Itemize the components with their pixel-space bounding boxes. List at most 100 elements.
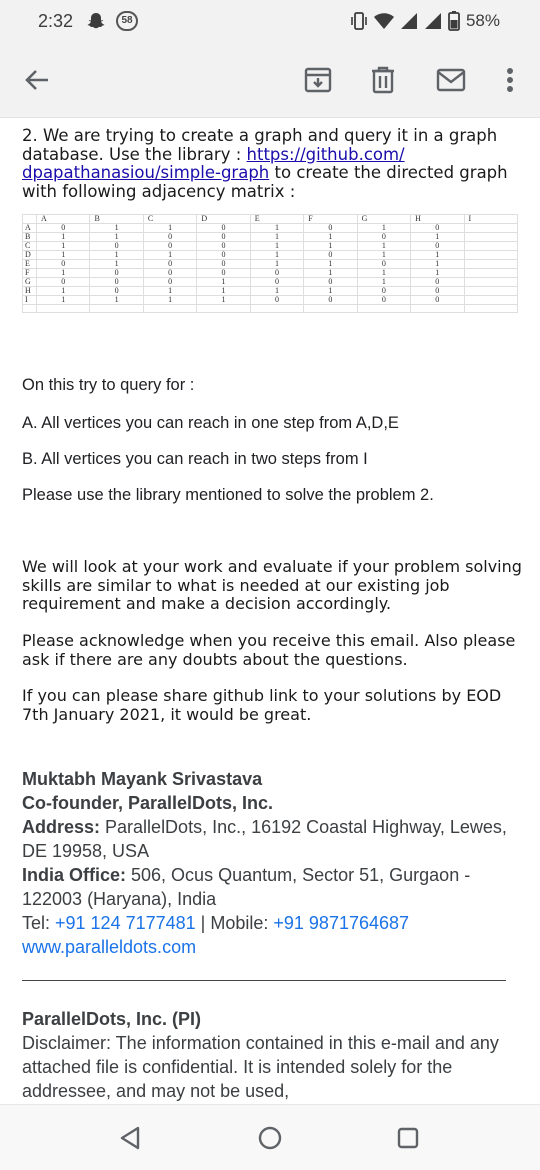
matrix-column-header: A xyxy=(35,214,91,224)
matrix-blank-cell xyxy=(410,303,465,314)
matrix-cell: 1 xyxy=(89,259,144,269)
matrix-cell: 1 xyxy=(410,259,465,269)
matrix-row: G00010010 xyxy=(22,277,518,287)
mobile-link[interactable]: +91 9871764687 xyxy=(273,913,409,933)
evaluate-text: We will look at your work and evaluate i… xyxy=(22,557,522,613)
matrix-blank-cell xyxy=(463,303,518,314)
matrix-cell: 1 xyxy=(35,295,91,305)
nav-recents-icon[interactable] xyxy=(395,1125,421,1151)
vibrate-icon xyxy=(351,12,367,30)
disclaimer-block: ParallelDots, Inc. (PI) Disclaimer: The … xyxy=(22,1007,522,1103)
mail-icon xyxy=(436,68,466,92)
back-button[interactable] xyxy=(19,62,55,98)
nav-home-icon[interactable] xyxy=(257,1125,283,1151)
matrix-blank-cell xyxy=(196,303,251,314)
matrix-corner-cell xyxy=(22,214,37,224)
matrix-cell: 0 xyxy=(142,241,198,251)
matrix-cell: 1 xyxy=(89,295,144,305)
matrix-cell: 0 xyxy=(142,277,198,287)
matrix-blank-row xyxy=(22,303,518,314)
matrix-row-header: C xyxy=(22,241,37,251)
matrix-cell: 1 xyxy=(196,277,251,287)
matrix-cell: 1 xyxy=(196,286,251,296)
matrix-cell: 1 xyxy=(35,268,91,278)
question-paragraph: 2. We are trying to create a graph and q… xyxy=(22,126,522,201)
nav-back-icon[interactable] xyxy=(118,1125,144,1151)
tel-link[interactable]: +91 124 7177481 xyxy=(55,913,196,933)
mark-unread-button[interactable] xyxy=(433,62,469,98)
signature-divider xyxy=(22,980,506,981)
matrix-cell-empty xyxy=(463,286,518,296)
share-link-text: If you can please share github link to y… xyxy=(22,686,502,724)
matrix-row: I11110000 xyxy=(22,295,518,305)
more-options-button[interactable] xyxy=(492,62,528,98)
matrix-cell: 0 xyxy=(196,232,251,242)
matrix-cell: 1 xyxy=(356,241,412,251)
matrix-row-header: A xyxy=(22,223,37,233)
matrix-row-header: H xyxy=(22,286,37,296)
task-b-text: B. All vertices you can reach in two ste… xyxy=(22,450,368,468)
matrix-cell: 0 xyxy=(410,295,465,305)
matrix-cell: 1 xyxy=(35,232,91,242)
matrix-cell: 0 xyxy=(35,277,91,287)
signature-india-office: India Office: 506, Ocus Quantum, Sector … xyxy=(22,865,471,909)
matrix-cell: 0 xyxy=(410,286,465,296)
matrix-cell: 0 xyxy=(356,295,412,305)
matrix-blank-cell xyxy=(142,303,198,314)
status-time: 2:32 xyxy=(38,11,74,31)
matrix-row: E01001101 xyxy=(22,259,518,269)
matrix-cell: 0 xyxy=(89,286,144,296)
matrix-cell: 0 xyxy=(196,223,251,233)
matrix-column-header: C xyxy=(142,214,198,224)
matrix-cell: 0 xyxy=(196,268,251,278)
matrix-cell: 1 xyxy=(249,286,305,296)
matrix-cell: 1 xyxy=(249,232,305,242)
delete-button[interactable] xyxy=(365,62,401,98)
matrix-cell: 0 xyxy=(303,250,358,260)
matrix-cell: 1 xyxy=(35,250,91,260)
matrix-blank-cell xyxy=(35,303,91,314)
matrix-row-header: G xyxy=(22,277,37,287)
signature-name: Muktabh Mayank Srivastava xyxy=(22,769,263,789)
matrix-cell: 0 xyxy=(196,241,251,251)
signature-title: Co-founder, ParallelDots, Inc. xyxy=(22,793,274,813)
email-toolbar xyxy=(0,42,540,118)
matrix-cell: 0 xyxy=(196,250,251,260)
archive-icon xyxy=(304,67,332,93)
matrix-column-header: B xyxy=(89,214,144,224)
matrix-blank-cell xyxy=(356,303,412,314)
system-nav-bar xyxy=(0,1104,540,1170)
matrix-cell: 1 xyxy=(35,286,91,296)
matrix-cell: 0 xyxy=(410,241,465,251)
notification-count-badge: 58 xyxy=(116,11,138,31)
disclaimer-company: ParallelDots, Inc. (PI) xyxy=(22,1009,202,1029)
library-link-part-2: dpapathanasiou/simple-graph xyxy=(22,163,270,182)
matrix-cell: 0 xyxy=(142,268,198,278)
signal-icon xyxy=(400,13,417,29)
website-link[interactable]: www.paralleldots.com xyxy=(22,937,196,957)
library-link-part-1: https://github.com/ xyxy=(246,144,405,164)
matrix-cell: 0 xyxy=(142,259,198,269)
matrix-row-header: D xyxy=(22,250,37,260)
try-query-text: On this try to query for : xyxy=(22,376,195,394)
back-arrow-icon xyxy=(25,70,48,90)
matrix-cell-empty xyxy=(463,250,518,260)
matrix-cell: 0 xyxy=(410,223,465,233)
archive-button[interactable] xyxy=(300,62,336,98)
matrix-cell: 1 xyxy=(89,232,144,242)
matrix-cell: 1 xyxy=(89,250,144,260)
matrix-cell: 0 xyxy=(356,259,412,269)
use-library-text: Please use the library mentioned to solv… xyxy=(22,486,434,504)
matrix-cell: 1 xyxy=(249,223,305,233)
adjacency-matrix: ABCDEFGHIA01101010B11001101C10001110D111… xyxy=(22,214,518,314)
matrix-cell: 0 xyxy=(196,259,251,269)
matrix-cell: 1 xyxy=(303,286,358,296)
matrix-row-header: E xyxy=(22,259,37,269)
email-body: 2. We are trying to create a graph and q… xyxy=(0,120,540,1104)
matrix-cell-empty xyxy=(463,241,518,251)
acknowledge-text: Please acknowledge when you receive this… xyxy=(22,631,516,669)
matrix-row: H10111100 xyxy=(22,286,518,296)
status-right: 58% xyxy=(350,11,500,31)
matrix-cell: 0 xyxy=(35,223,91,233)
signature-address: Address: ParallelDots, Inc., 16192 Coast… xyxy=(22,817,507,861)
